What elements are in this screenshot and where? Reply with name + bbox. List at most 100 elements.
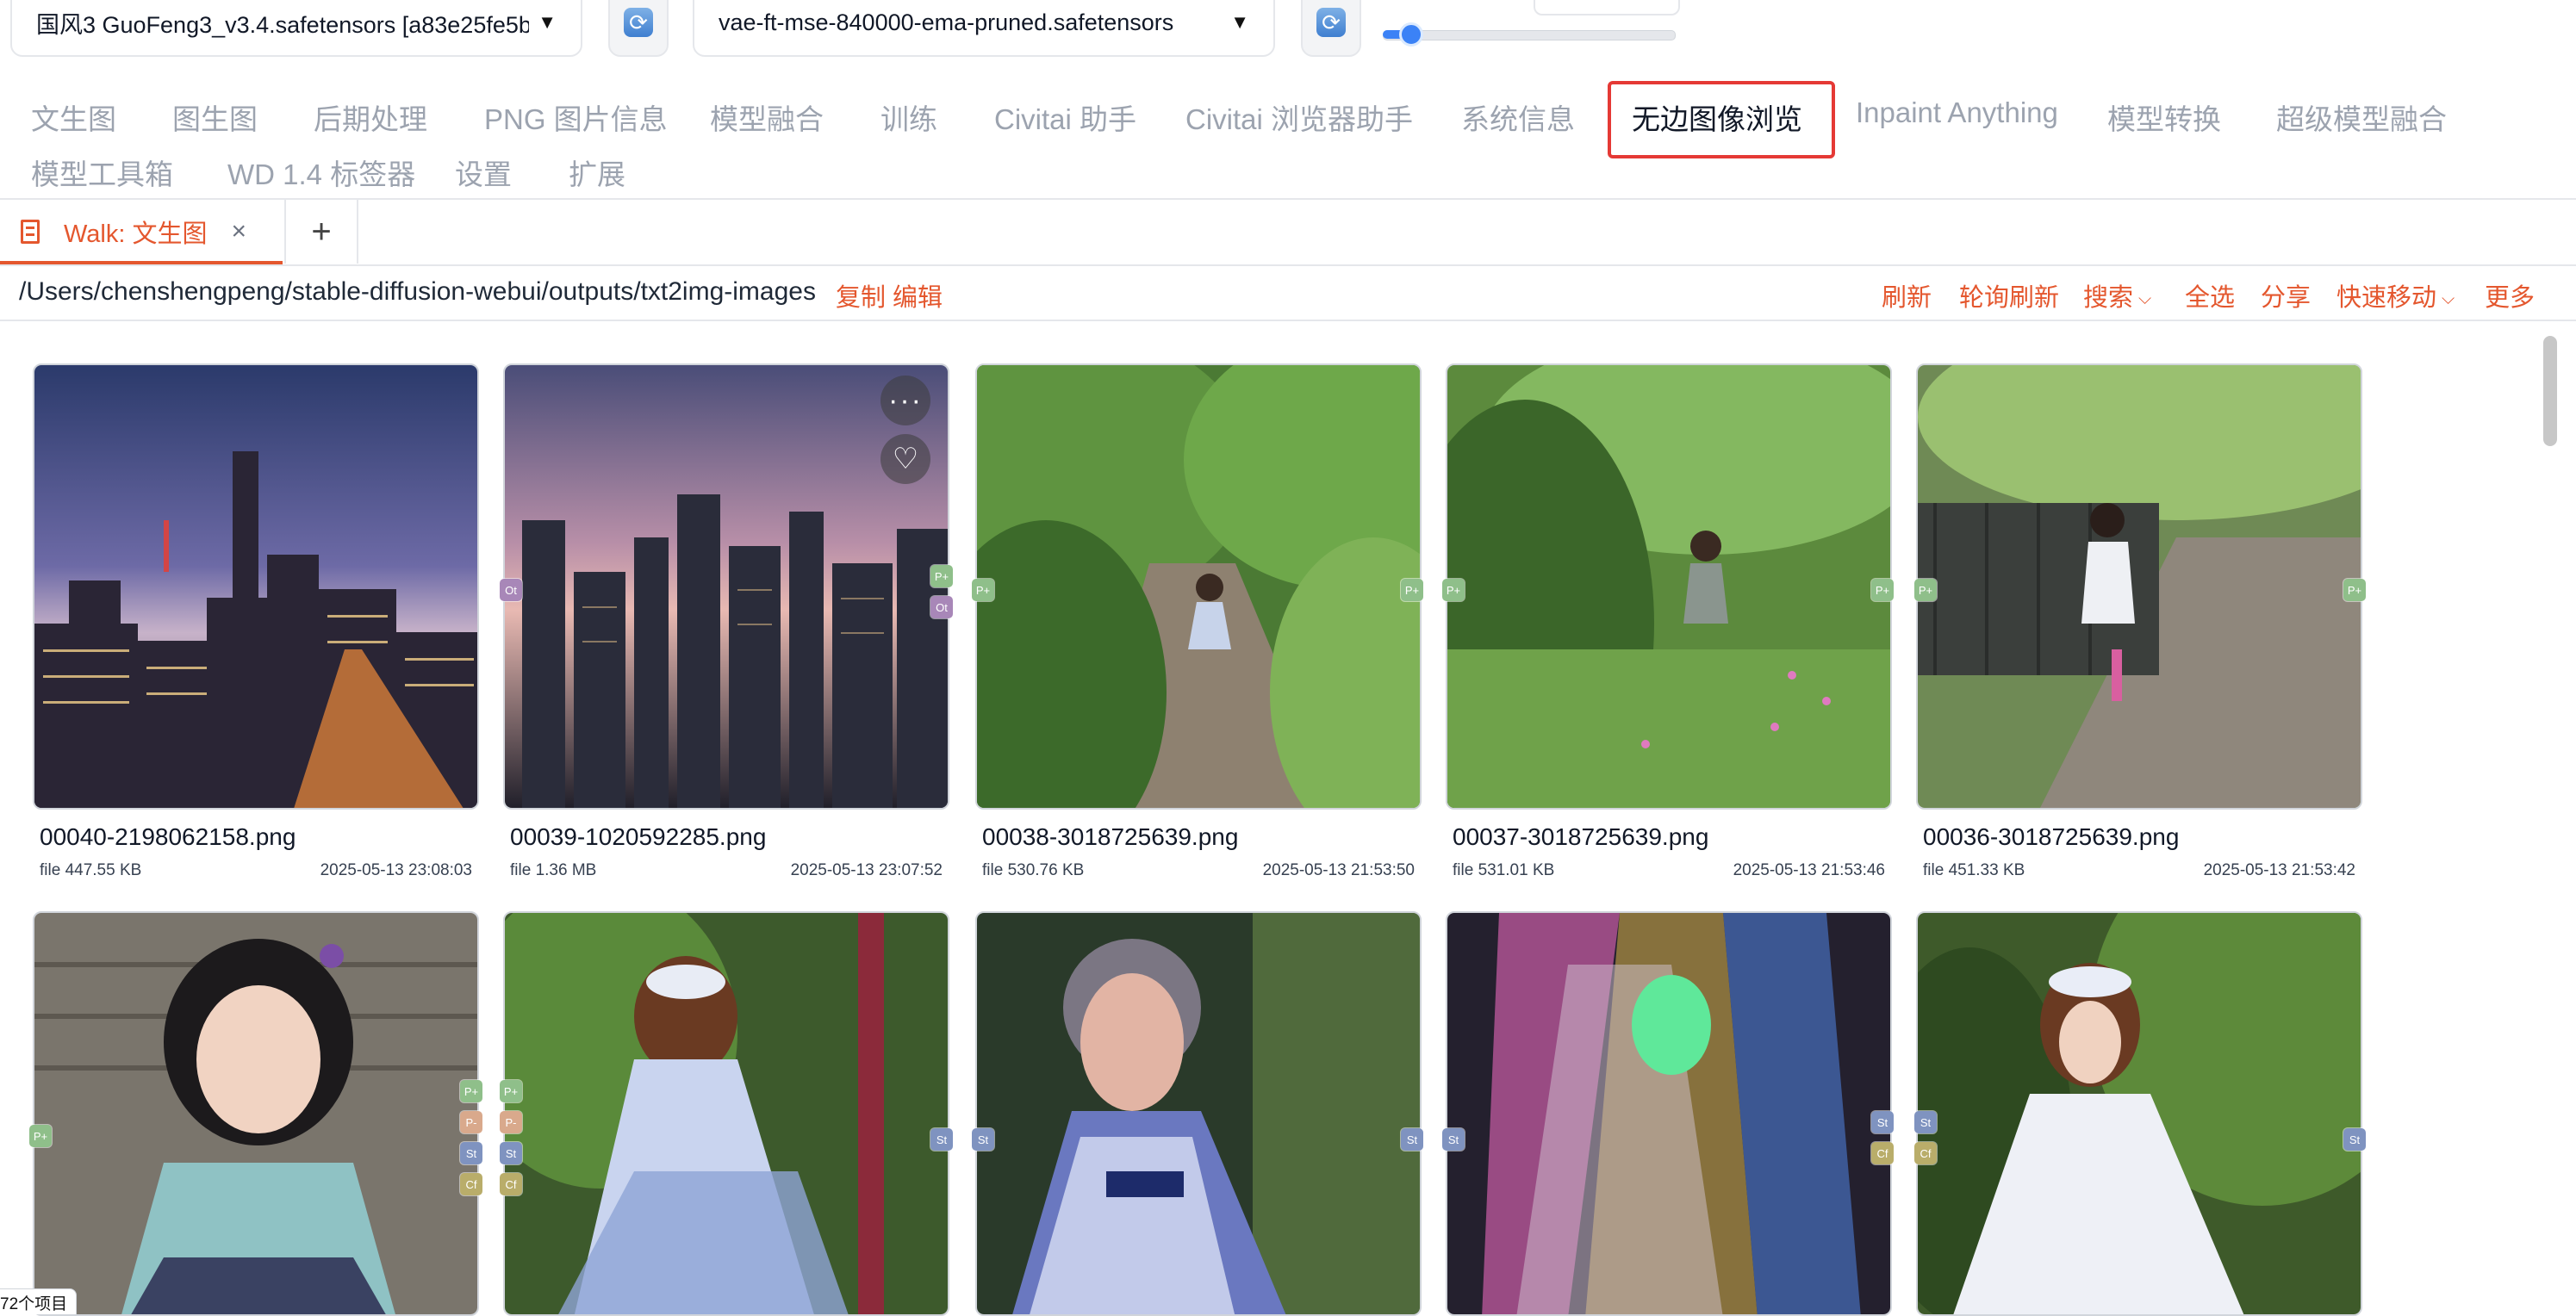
file-size: file 530.76 KB: [982, 861, 1085, 879]
badge-st: St: [1442, 1128, 1465, 1151]
badge-p-plus: P+: [29, 1125, 52, 1147]
image-thumbnail[interactable]: [1916, 363, 2362, 810]
hanfu-forest-image: [1918, 913, 2361, 1314]
more-icon[interactable]: ···: [880, 376, 930, 425]
image-thumbnail[interactable]: [1446, 911, 1892, 1316]
tab-settings[interactable]: 设置: [455, 152, 512, 193]
walk-tab-label: Walk: 文生图: [64, 220, 208, 248]
refresh-icon: ⟳: [1316, 8, 1346, 37]
file-name: 00037-3018725639.png: [1453, 823, 1709, 850]
model-refresh-button[interactable]: ⟳: [608, 0, 669, 57]
tab-checkpoint-merger[interactable]: 模型融合: [710, 96, 824, 138]
clip-skip-number[interactable]: 2: [1534, 0, 1680, 16]
girl-grass-image: [1447, 365, 1890, 808]
image-thumbnail[interactable]: ··· ♡: [503, 363, 949, 810]
edit-path-link[interactable]: 编辑: [893, 277, 943, 313]
badge-p-plus: P+: [930, 565, 953, 587]
walk-tab[interactable]: Walk: 文生图 ×: [0, 200, 283, 264]
tab-civitai-browser[interactable]: Civitai 浏览器助手: [1185, 96, 1413, 138]
tab-supermerger[interactable]: 超级模型融合: [2276, 96, 2447, 138]
active-tab-highlight: [1608, 81, 1835, 158]
badge-ot: Ot: [500, 579, 522, 601]
file-date: 2025-05-13 21:53:50: [1262, 861, 1415, 879]
girl-path-image: [977, 365, 1420, 808]
tab-png-info[interactable]: PNG 图片信息: [484, 96, 668, 138]
current-path: /Users/chenshengpeng/stable-diffusion-we…: [19, 277, 816, 306]
abstract-light-image: [1447, 913, 1890, 1314]
tab-txt2img[interactable]: 文生图: [31, 96, 116, 138]
model-select[interactable]: 国风3 GuoFeng3_v3.4.safetensors [a83e25fe5…: [10, 0, 582, 57]
item-count: 72个项目: [0, 1288, 78, 1314]
tab-civitai-helper[interactable]: Civitai 助手: [994, 96, 1136, 138]
image-thumbnail[interactable]: [503, 911, 949, 1316]
chevron-down-icon: ▼: [538, 11, 557, 33]
file-date: 2025-05-13 21:53:46: [1733, 861, 1885, 879]
badge-p-plus: P+: [2343, 579, 2366, 601]
divider: [0, 264, 2576, 266]
vae-select-value: vae-ft-mse-840000-ema-pruned.safetensors: [719, 9, 1174, 35]
close-icon[interactable]: ×: [231, 217, 246, 246]
tab-wd14-tagger[interactable]: WD 1.4 标签器: [227, 152, 415, 193]
search-dropdown[interactable]: 搜索 ⌵: [2083, 277, 2151, 313]
file-name: 00038-3018725639.png: [982, 823, 1239, 850]
scrollbar[interactable]: [2540, 326, 2559, 1306]
file-size: file 531.01 KB: [1453, 861, 1555, 879]
quick-move-dropdown[interactable]: 快速移动 ⌵: [2336, 277, 2455, 313]
tab-inpaint-anything[interactable]: Inpaint Anything: [1856, 96, 2058, 129]
vae-select[interactable]: vae-ft-mse-840000-ema-pruned.safetensors…: [693, 0, 1275, 57]
tab-train[interactable]: 训练: [880, 96, 937, 138]
scrollbar-thumb[interactable]: [2543, 336, 2557, 446]
badge-p-minus: P-: [500, 1111, 522, 1133]
image-thumbnail[interactable]: [975, 911, 1422, 1316]
image-thumbnail[interactable]: [975, 363, 1422, 810]
share-link[interactable]: 分享: [2261, 277, 2311, 313]
city-dusk-image: [505, 365, 948, 808]
tab-model-converter[interactable]: 模型转换: [2107, 96, 2221, 138]
badge-cf: Cf: [500, 1173, 522, 1195]
clip-skip-slider[interactable]: [1383, 21, 1676, 48]
tab-extras[interactable]: 后期处理: [314, 96, 427, 138]
divider: [0, 320, 2576, 321]
refresh-link[interactable]: 刷新: [1882, 277, 1932, 313]
poll-refresh-link[interactable]: 轮询刷新: [1959, 277, 2059, 313]
select-all-link[interactable]: 全选: [2185, 277, 2235, 313]
vae-refresh-button[interactable]: ⟳: [1301, 0, 1361, 57]
copy-path-link[interactable]: 复制: [836, 277, 886, 313]
file-name: 00039-1020592285.png: [510, 823, 767, 850]
badge-cf: Cf: [1871, 1142, 1894, 1164]
file-size: file 447.55 KB: [40, 861, 142, 879]
badge-st: St: [1914, 1111, 1937, 1133]
badge-ot: Ot: [930, 596, 953, 618]
file-size: file 451.33 KB: [1923, 861, 2025, 879]
file-date: 2025-05-13 23:07:52: [790, 861, 943, 879]
city-night-image: [34, 365, 477, 808]
image-thumbnail[interactable]: [1446, 363, 1892, 810]
badge-st: St: [972, 1128, 994, 1151]
tab-img2img[interactable]: 图生图: [172, 96, 258, 138]
search-label: 搜索: [2083, 284, 2134, 312]
refresh-icon: ⟳: [624, 8, 653, 37]
add-tab-button[interactable]: +: [284, 200, 358, 264]
more-link[interactable]: 更多: [2485, 277, 2535, 313]
document-icon: [21, 220, 40, 244]
file-size: file 1.36 MB: [510, 861, 597, 879]
file-date: 2025-05-13 21:53:42: [2203, 861, 2355, 879]
badge-st: St: [500, 1142, 522, 1164]
tab-model-toolkit[interactable]: 模型工具箱: [31, 152, 173, 193]
badge-p-plus: P+: [1442, 579, 1465, 601]
heart-icon[interactable]: ♡: [880, 434, 930, 484]
tab-system-info[interactable]: 系统信息: [1461, 96, 1575, 138]
slider-thumb[interactable]: [1398, 22, 1423, 47]
image-thumbnail[interactable]: [1916, 911, 2362, 1316]
badge-p-minus: P-: [460, 1111, 482, 1133]
badge-st: St: [930, 1128, 953, 1151]
image-thumbnail[interactable]: [33, 363, 479, 810]
badge-st: St: [460, 1142, 482, 1164]
file-date: 2025-05-13 23:08:03: [320, 861, 472, 879]
image-thumbnail[interactable]: [33, 911, 479, 1316]
badge-cf: Cf: [460, 1173, 482, 1195]
girl-portrait-image: [34, 913, 477, 1314]
tab-extensions[interactable]: 扩展: [569, 152, 625, 193]
badge-st: St: [2343, 1128, 2366, 1151]
badge-st: St: [1401, 1128, 1423, 1151]
